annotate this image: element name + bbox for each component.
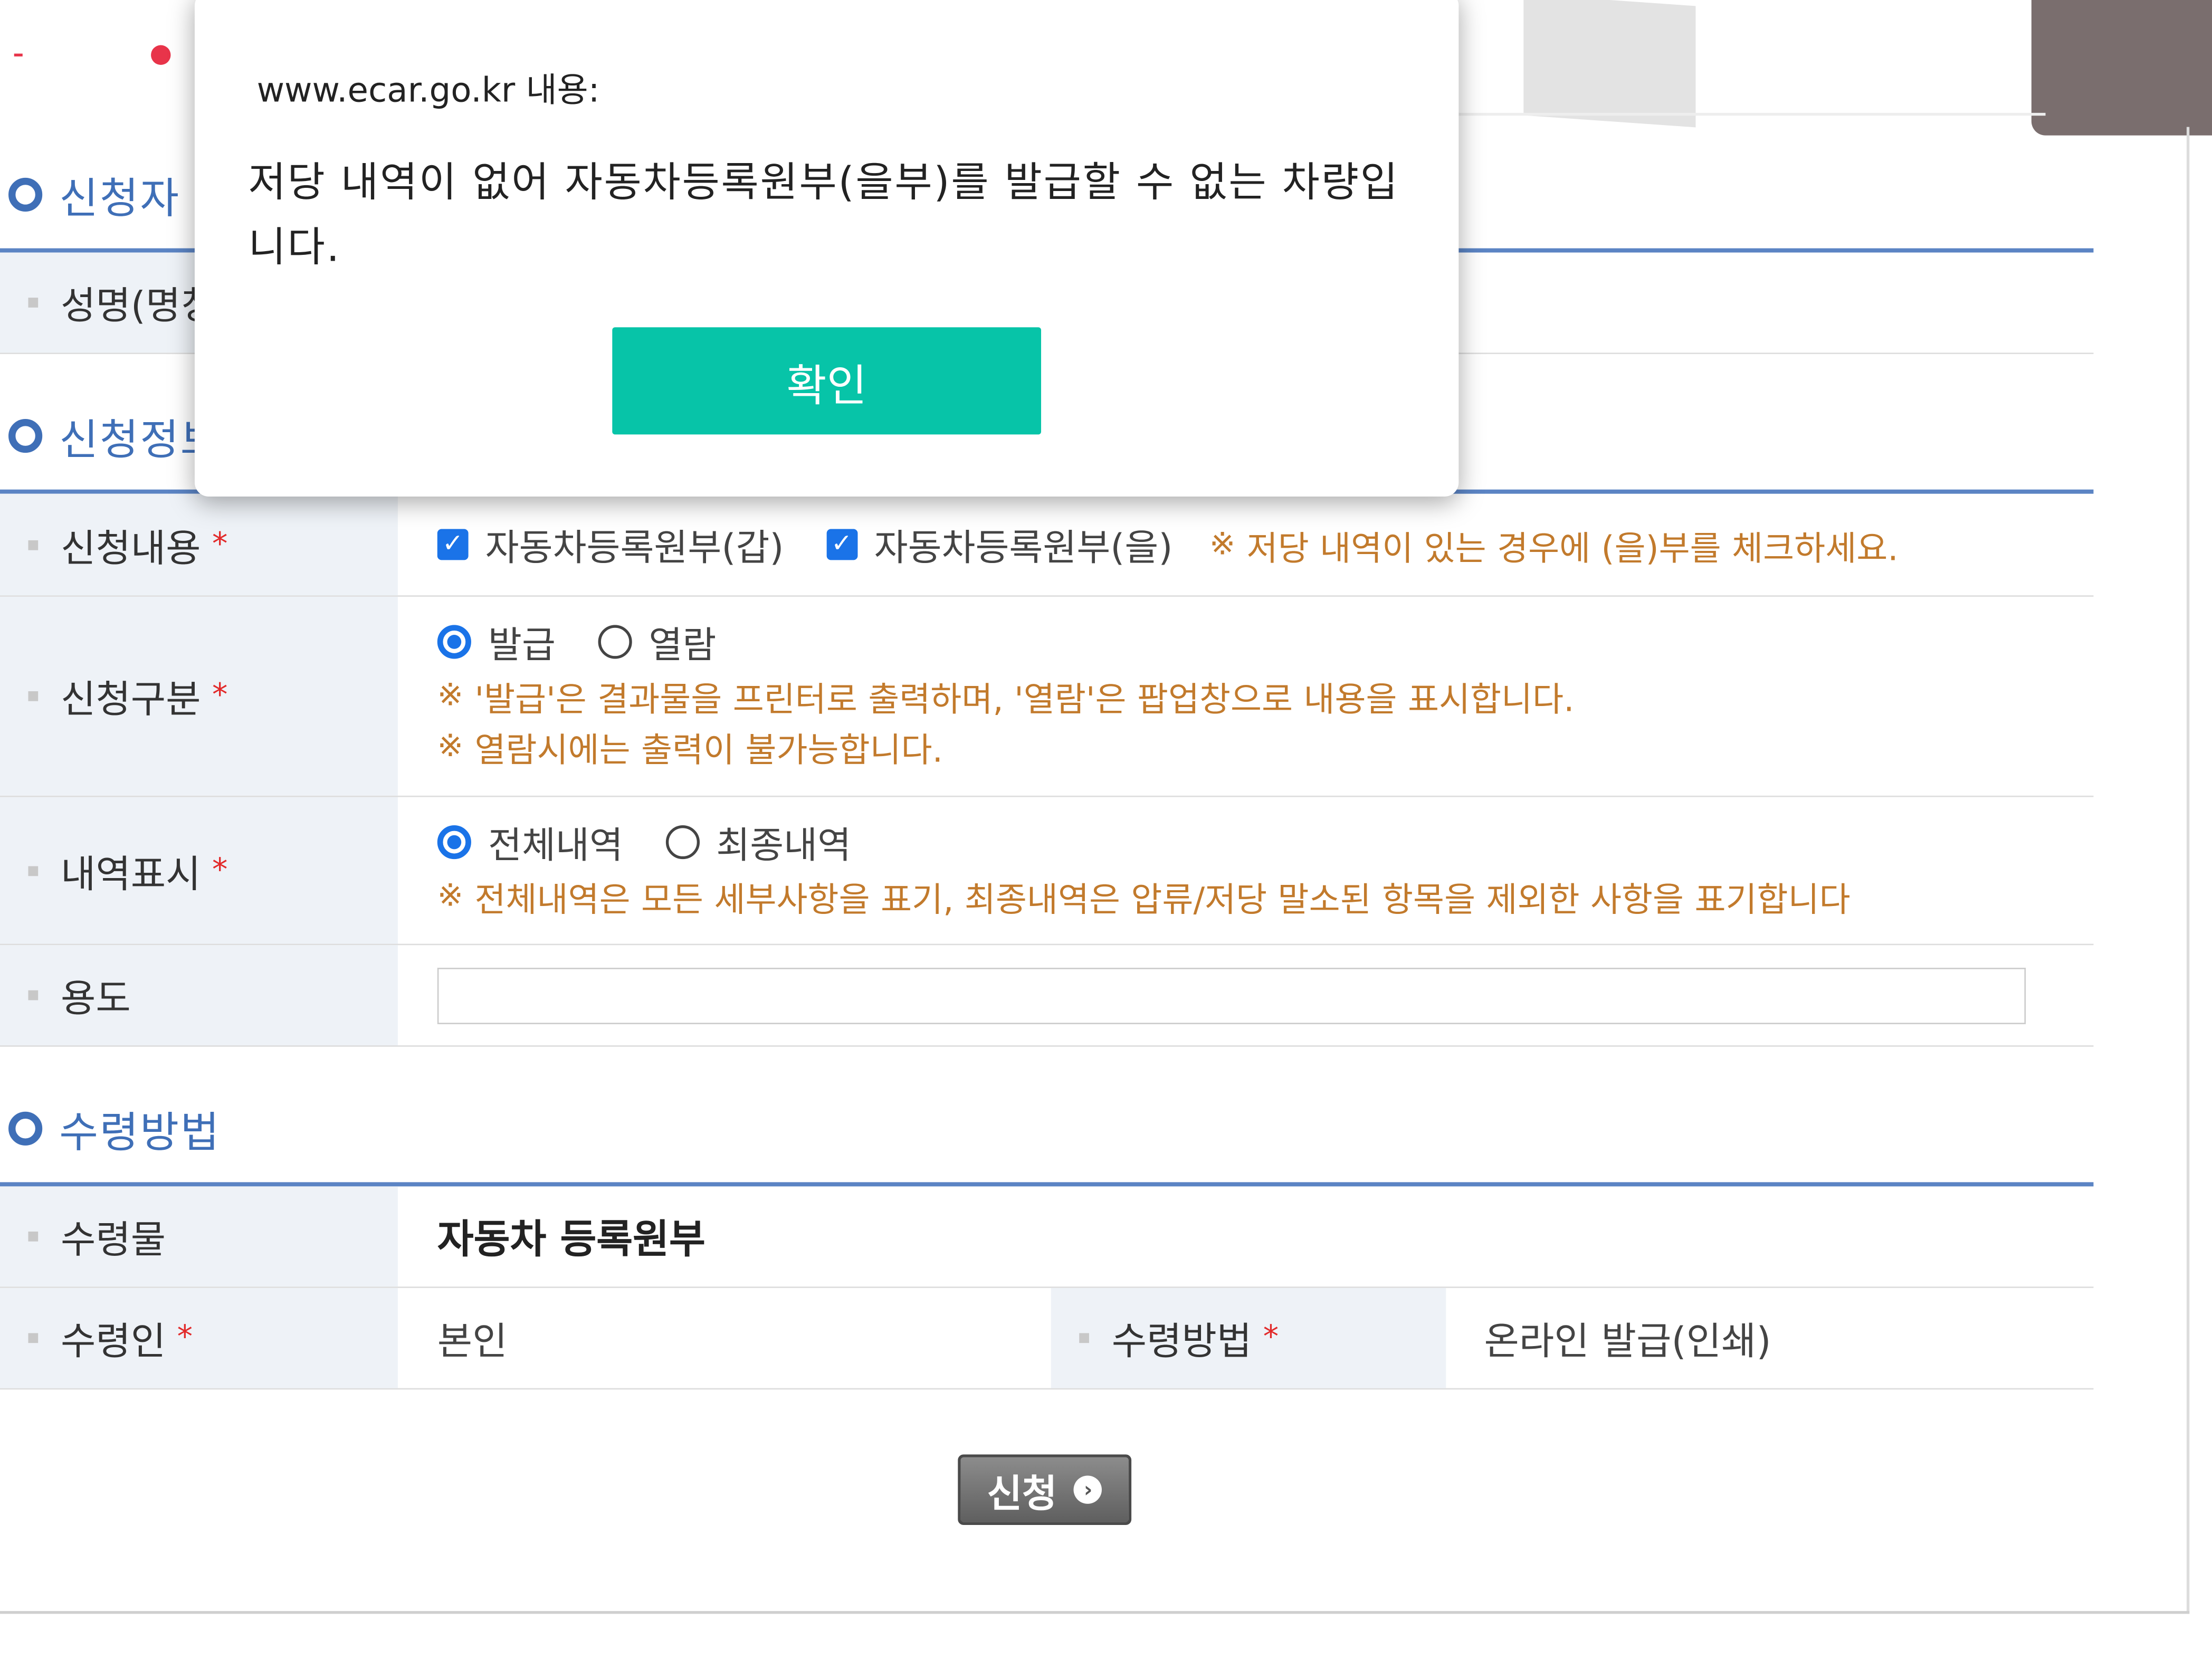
method-label: 수령방법 [1111, 1320, 1252, 1365]
confirm-button[interactable]: 확인 [612, 327, 1042, 435]
note-mark-icon: ※ [437, 678, 464, 713]
dialog-message: 저당 내역이 없어 자동차등록원부(을부)를 발급할 수 없는 차량입니다. [248, 158, 1399, 271]
row-purpose: 용도 [0, 945, 2094, 1047]
display-note: 전체내역은 모든 세부사항을 표기, 최종내역은 압류/저당 말소된 항목을 제… [474, 879, 1851, 919]
purpose-label: 용도 [60, 977, 131, 1022]
content-label: 신청내용 [60, 527, 201, 571]
row-header: 수령방법 * [1051, 1288, 1446, 1388]
dialog-origin: www.ecar.go.kr 내용: [256, 70, 600, 110]
checkbox-label: 자동차등록원부(을) [874, 527, 1173, 569]
submit-label: 신청 [987, 1472, 1057, 1516]
item-label: 수령물 [60, 1218, 166, 1263]
required-mark: * [212, 527, 228, 562]
row-content: ✓ 자동차등록원부(갑) ✓ 자동차등록원부(을) ※ 저당 내역이 있는 경우… [437, 494, 1899, 595]
page-canvas: 신청자 성명(명칭) 신청정보 신청내용 * ✓ 자동차등록원부(갑) ✓ 자동… [0, 0, 2212, 1659]
type-note-1: '발급'은 결과물을 프린터로 출력하며, '열람'은 팝업창으로 내용을 표시… [474, 679, 1575, 719]
row-header: 수령인 * [0, 1288, 398, 1388]
recipient-label: 수령인 [60, 1320, 166, 1365]
circle-bullet-icon [8, 419, 43, 453]
radio-label: 발급 [488, 624, 556, 667]
note-mark-icon: ※ [437, 728, 464, 764]
square-bullet-icon [1079, 1333, 1089, 1343]
square-bullet-icon [28, 691, 39, 701]
type-label: 신청구분 [60, 678, 201, 722]
section-title: 신청자 [59, 175, 180, 225]
section-header-applicant: 신청자 [8, 164, 180, 226]
square-bullet-icon [28, 1231, 39, 1242]
radio-view[interactable] [598, 625, 632, 659]
row-content: 발급 열람 ※ '발급'은 결과물을 프린터로 출력하며, '열람'은 팝업창으… [437, 614, 1575, 771]
square-bullet-icon [28, 990, 39, 1000]
radio-label: 최종내역 [716, 824, 852, 867]
required-mark: * [177, 1320, 193, 1356]
required-mark: * [1263, 1320, 1279, 1356]
row-header: 신청내용 * [0, 493, 398, 596]
row-header: 수령물 [0, 1186, 398, 1287]
section-header-receipt: 수령방법 [8, 1098, 221, 1160]
method-value: 온라인 발급(인쇄) [1484, 1320, 1771, 1365]
row-header: 신청구분 * [0, 596, 398, 796]
required-mark: * [212, 678, 228, 714]
note-mark-icon: ※ [1209, 527, 1236, 562]
divider [1453, 112, 2046, 116]
circle-bullet-icon [8, 1111, 43, 1146]
row-application-content: 신청내용 * ✓ 자동차등록원부(갑) ✓ 자동차등록원부(을) ※ 저당 내역… [0, 493, 2094, 597]
content-note: 저당 내역이 있는 경우에 (을)부를 체크하세요. [1246, 528, 1899, 568]
row-display-range: 내역표시 * 전체내역 최종내역 ※ 전체내역은 모든 세부사항을 표기, 최종… [0, 797, 2094, 946]
square-bullet-icon [28, 1333, 39, 1343]
radio-issue[interactable] [437, 625, 471, 659]
checkbox-register-b[interactable]: ✓ [826, 529, 857, 560]
section-header-application: 신청정보 [8, 405, 221, 467]
row-application-type: 신청구분 * 발급 열람 ※ '발급'은 결과물을 프린터로 출력하며, '열람… [0, 596, 2094, 797]
arrow-right-icon: › [1074, 1475, 1102, 1504]
row-content: 본인 [437, 1288, 508, 1388]
frame-border [2186, 127, 2190, 1614]
section-title: 수령방법 [59, 1109, 221, 1158]
section-divider [0, 1182, 2094, 1187]
note-mark-icon: ※ [437, 878, 464, 914]
row-content: 자동차 등록원부 [437, 1186, 705, 1286]
row-content: 전체내역 최종내역 ※ 전체내역은 모든 세부사항을 표기, 최종내역은 압류/… [437, 814, 1851, 921]
row-receipt-item: 수령물 자동차 등록원부 [0, 1186, 2094, 1288]
redacted-area-dark [2031, 0, 2212, 136]
radio-all-history[interactable] [437, 825, 471, 860]
row-content: 온라인 발급(인쇄) [1484, 1288, 1771, 1388]
notification-dot-icon [151, 45, 171, 65]
radio-label: 전체내역 [488, 824, 623, 867]
row-header: 용도 [0, 945, 398, 1046]
type-note-2: 열람시에는 출력이 불가능합니다. [474, 730, 943, 770]
square-bullet-icon [28, 298, 39, 308]
checkbox-label: 자동차등록원부(갑) [485, 527, 784, 569]
item-value: 자동차 등록원부 [437, 1215, 705, 1262]
checkbox-register-a[interactable]: ✓ [437, 529, 469, 560]
alert-dialog: www.ecar.go.kr 내용: 저당 내역이 없어 자동차등록원부(을부)… [194, 0, 1459, 497]
red-tick-mark [14, 53, 23, 56]
radio-final-history[interactable] [665, 825, 700, 860]
recipient-value: 본인 [437, 1320, 508, 1365]
square-bullet-icon [28, 539, 39, 550]
circle-bullet-icon [8, 177, 43, 212]
required-mark: * [212, 853, 228, 888]
frame-border [0, 1611, 2190, 1614]
radio-label: 열람 [649, 624, 717, 667]
square-bullet-icon [28, 865, 39, 875]
row-header: 내역표시 * [0, 797, 398, 944]
submit-button[interactable]: 신청 › [958, 1454, 1132, 1525]
row-receipt-recipient: 수령인 * 본인 수령방법 * 온라인 발급(인쇄) [0, 1288, 2094, 1390]
purpose-input[interactable] [437, 967, 2026, 1024]
display-label: 내역표시 [60, 853, 201, 897]
redacted-area [1523, 0, 1696, 128]
